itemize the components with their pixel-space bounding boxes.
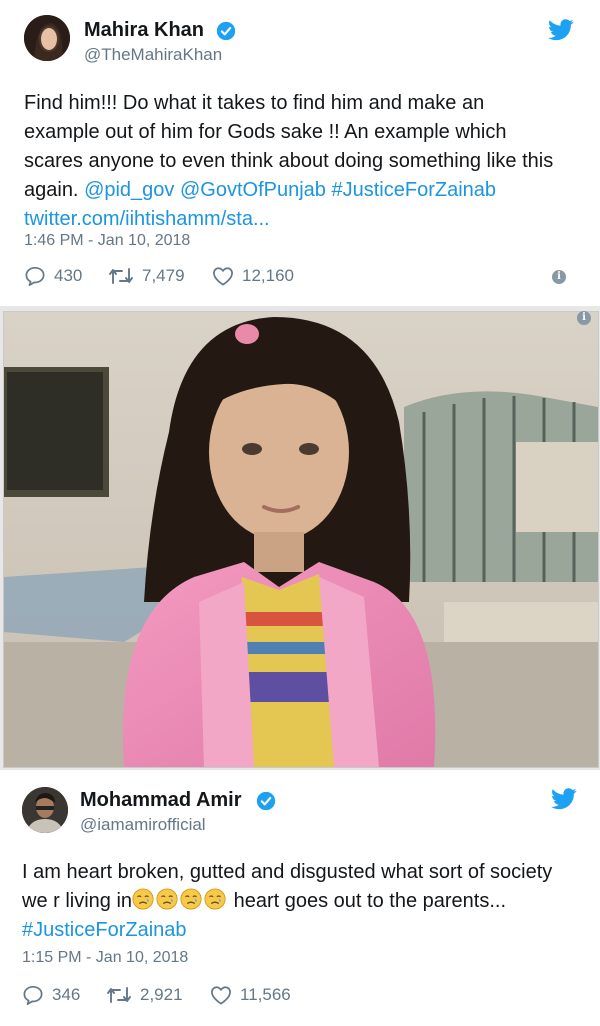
tweet-text-line: Find him!!! Do what it takes to find him… bbox=[24, 92, 485, 114]
heart-icon bbox=[211, 986, 231, 1005]
child-photo bbox=[4, 312, 598, 767]
retweet-count-value: 7,479 bbox=[142, 266, 185, 285]
url-link[interactable]: twitter.com/iihtishamm/sta... bbox=[24, 205, 553, 234]
tweet-photo[interactable] bbox=[3, 311, 599, 768]
tweet-timestamp[interactable]: 1:46 PM - Jan 10, 2018 bbox=[24, 232, 190, 250]
tweet-card-2: Mohammad Amir @iamamirofficial I am hear… bbox=[0, 770, 600, 1026]
tweet-card-1: Mahira Khan @TheMahiraKhan Find him!!! D… bbox=[0, 0, 600, 306]
tweet-text-line: we r living in heart goes out to the par… bbox=[22, 887, 552, 916]
tweet-media[interactable]: i bbox=[0, 306, 600, 770]
twitter-bird-icon[interactable] bbox=[551, 788, 577, 810]
like-count-value: 12,160 bbox=[242, 266, 294, 285]
info-icon[interactable]: i bbox=[552, 270, 566, 284]
verified-badge-icon bbox=[256, 791, 276, 811]
like-count[interactable]: 11,566 bbox=[210, 985, 291, 1005]
retweet-icon bbox=[109, 268, 133, 284]
hashtag-link[interactable]: #JusticeForZainab bbox=[22, 916, 552, 945]
display-name[interactable]: Mohammad Amir bbox=[80, 789, 242, 812]
hashtag-link[interactable]: #JusticeForZainab bbox=[332, 179, 497, 201]
tweet-text-fragment: heart goes out to the parents... bbox=[233, 890, 507, 912]
retweet-count-value: 2,921 bbox=[140, 985, 183, 1004]
tweet-text-line: scares anyone to even think about doing … bbox=[24, 150, 554, 172]
user-handle[interactable]: @TheMahiraKhan bbox=[84, 45, 222, 65]
tweet-text-line: again. @pid_gov @GovtOfPunjab #JusticeFo… bbox=[24, 176, 553, 205]
tweet-text: I am heart broken, gutted and disgusted … bbox=[22, 858, 552, 945]
reply-count[interactable]: 430 bbox=[24, 266, 82, 286]
retweet-count[interactable]: 2,921 bbox=[106, 985, 183, 1005]
emoji-group bbox=[132, 888, 228, 912]
retweet-count[interactable]: 7,479 bbox=[108, 266, 185, 286]
heart-icon bbox=[213, 267, 233, 286]
twitter-bird-icon[interactable] bbox=[548, 19, 574, 41]
crying-face-emoji bbox=[204, 888, 226, 910]
tweet-text-fragment: again. bbox=[24, 179, 79, 201]
tweet-text-fragment: we r living in bbox=[22, 890, 133, 912]
crying-face-emoji bbox=[180, 888, 202, 910]
reply-count[interactable]: 346 bbox=[22, 985, 80, 1005]
crying-face-emoji bbox=[132, 888, 154, 910]
display-name[interactable]: Mahira Khan bbox=[84, 19, 204, 42]
media-info-icon[interactable]: i bbox=[577, 311, 591, 325]
mention-link[interactable]: @GovtOfPunjab bbox=[180, 179, 326, 201]
tweet-timestamp[interactable]: 1:15 PM - Jan 10, 2018 bbox=[22, 949, 188, 967]
reply-icon bbox=[25, 266, 45, 286]
reply-count-value: 346 bbox=[52, 985, 81, 1004]
reply-icon bbox=[23, 985, 43, 1005]
mention-link[interactable]: @pid_gov bbox=[84, 179, 174, 201]
crying-face-emoji bbox=[156, 888, 178, 910]
like-count-value: 11,566 bbox=[240, 985, 291, 1004]
reply-count-value: 430 bbox=[54, 266, 83, 285]
like-count[interactable]: 12,160 bbox=[212, 266, 294, 286]
avatar[interactable] bbox=[24, 15, 70, 61]
retweet-icon bbox=[107, 987, 131, 1003]
tweet-text: Find him!!! Do what it takes to find him… bbox=[24, 89, 553, 234]
user-handle[interactable]: @iamamirofficial bbox=[80, 815, 206, 835]
avatar[interactable] bbox=[22, 787, 68, 833]
tweet-text-line: I am heart broken, gutted and disgusted … bbox=[22, 861, 553, 883]
verified-badge-icon bbox=[216, 21, 236, 41]
tweet-text-line: example out of him for Gods sake !! An e… bbox=[24, 121, 507, 143]
